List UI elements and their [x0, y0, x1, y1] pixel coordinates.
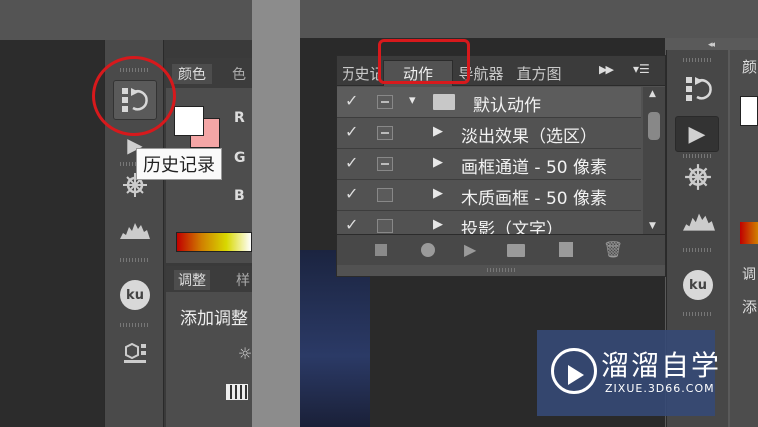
top-strip	[0, 0, 252, 40]
tab-swatches[interactable]: 色	[232, 64, 246, 84]
brightness-icon[interactable]: ☼	[238, 342, 252, 364]
channel-b-label: B	[234, 188, 245, 204]
highlight-box	[378, 39, 470, 84]
adjust-heading-partial: 添	[742, 298, 758, 316]
new-action-icon[interactable]	[559, 242, 573, 257]
dialog-toggle[interactable]	[377, 126, 393, 140]
tab-overflow-button[interactable]: ▶▶	[599, 63, 614, 76]
grip[interactable]	[120, 258, 150, 262]
adjust-tab-partial[interactable]: 调	[742, 264, 756, 284]
grip[interactable]	[683, 58, 713, 62]
new-set-icon[interactable]	[507, 244, 525, 257]
ku-icon[interactable]: ku	[120, 280, 150, 310]
navigator-icon[interactable]	[683, 162, 713, 192]
color-panel-edge: 颜 调 添	[730, 50, 758, 427]
watermark: 溜溜自学 ZIXUE.3D66.COM	[537, 330, 719, 416]
channel-r-label: R	[234, 110, 245, 126]
add-adjustment-heading: 添加调整	[180, 309, 248, 329]
tab-histogram[interactable]: 直方图	[513, 60, 565, 86]
action-label: 默认动作	[473, 96, 541, 116]
adjustments-panel: 调整 样 添加调整 ☼	[166, 266, 252, 427]
grip[interactable]	[683, 312, 713, 316]
divider-gap	[252, 0, 300, 427]
grip[interactable]	[120, 323, 150, 327]
collapse-panels-button[interactable]: ◂◂	[708, 40, 715, 50]
toggle-check[interactable]: ✓	[345, 153, 365, 172]
scroll-up-icon[interactable]: ▲	[649, 89, 656, 99]
panel-resize-grip[interactable]	[487, 268, 517, 272]
history-icon-button[interactable]	[683, 72, 715, 106]
tab-adjustments[interactable]: 调整	[174, 270, 210, 290]
history-tooltip: 历史记录	[136, 148, 222, 180]
list-item-action[interactable]: ✓ ▶ 投影（文字）	[337, 211, 641, 234]
toggle-check[interactable]: ✓	[345, 91, 365, 110]
record-icon[interactable]	[421, 243, 435, 257]
dialog-toggle[interactable]	[377, 188, 393, 202]
left-screenshot: ◂◂ ▶ ku 颜色 色 R G	[0, 0, 252, 427]
toggle-check[interactable]: ✓	[345, 184, 365, 203]
levels-icon[interactable]	[226, 384, 248, 400]
dialog-toggle[interactable]	[377, 219, 393, 233]
scroll-down-icon[interactable]: ▼	[649, 221, 656, 231]
color-spectrum[interactable]	[176, 232, 252, 252]
document-area	[0, 40, 104, 427]
color-spectrum[interactable]	[740, 222, 758, 244]
panel-menu-button[interactable]: ▾☰	[633, 62, 650, 76]
list-item-action[interactable]: ✓ ▶ 木质画框 - 50 像素	[337, 180, 641, 211]
stop-icon[interactable]	[375, 244, 387, 256]
dialog-toggle[interactable]	[377, 95, 393, 109]
actions-panel: 历史记 动作 导航器 直方图 ▶▶ ▾☰ ✓ ▾ 默认动作 ✓ ▶ 淡出效果（选…	[336, 55, 666, 277]
color-tab-partial[interactable]: 颜	[742, 56, 757, 77]
channel-g-label: G	[234, 150, 246, 166]
tab-styles[interactable]: 样	[236, 270, 250, 290]
grip[interactable]	[683, 154, 713, 158]
list-item-action[interactable]: ✓ ▶ 画框通道 - 50 像素	[337, 149, 641, 180]
expand-toggle[interactable]: ▶	[433, 124, 443, 139]
watermark-title: 溜溜自学	[601, 349, 722, 382]
tab-color[interactable]: 颜色	[172, 64, 212, 84]
scroll-thumb[interactable]	[648, 112, 660, 140]
expand-toggle[interactable]: ▾	[409, 93, 416, 108]
ku-icon[interactable]: ku	[683, 270, 713, 300]
actions-list: ✓ ▾ 默认动作 ✓ ▶ 淡出效果（选区） ✓ ▶ 画框通道 - 50 像素 ✓…	[337, 87, 643, 234]
top-strip	[300, 0, 758, 38]
expand-toggle[interactable]: ▶	[433, 186, 443, 201]
foreground-color-swatch[interactable]	[740, 96, 758, 126]
action-label: 画框通道 - 50 像素	[461, 158, 607, 178]
list-item-action-set[interactable]: ✓ ▾ 默认动作	[337, 87, 641, 118]
play-icon[interactable]: ▶	[464, 240, 476, 259]
watermark-url: ZIXUE.3D66.COM	[605, 382, 715, 395]
foreground-color-swatch[interactable]	[174, 106, 204, 136]
action-label: 淡出效果（选区）	[461, 127, 597, 147]
toggle-check[interactable]: ✓	[345, 122, 365, 141]
expand-toggle[interactable]: ▶	[433, 217, 443, 232]
actions-play-icon[interactable]: ▶	[675, 116, 719, 152]
3d-icon[interactable]	[120, 340, 150, 366]
histogram-icon[interactable]	[681, 206, 717, 234]
watermark-logo-icon	[551, 348, 597, 394]
action-label: 投影（文字）	[461, 220, 563, 234]
toggle-check[interactable]: ✓	[345, 215, 365, 234]
list-item-action[interactable]: ✓ ▶ 淡出效果（选区）	[337, 118, 641, 149]
delete-icon[interactable]: 🗑	[603, 240, 623, 259]
highlight-circle	[92, 56, 176, 136]
dialog-toggle[interactable]	[377, 157, 393, 171]
expand-toggle[interactable]: ▶	[433, 155, 443, 170]
history-icon	[686, 77, 712, 101]
folder-icon	[433, 94, 455, 110]
action-label: 木质画框 - 50 像素	[461, 189, 607, 209]
grip[interactable]	[683, 248, 713, 252]
tab-history[interactable]: 历史记	[343, 60, 381, 86]
histogram-icon[interactable]	[117, 215, 153, 243]
